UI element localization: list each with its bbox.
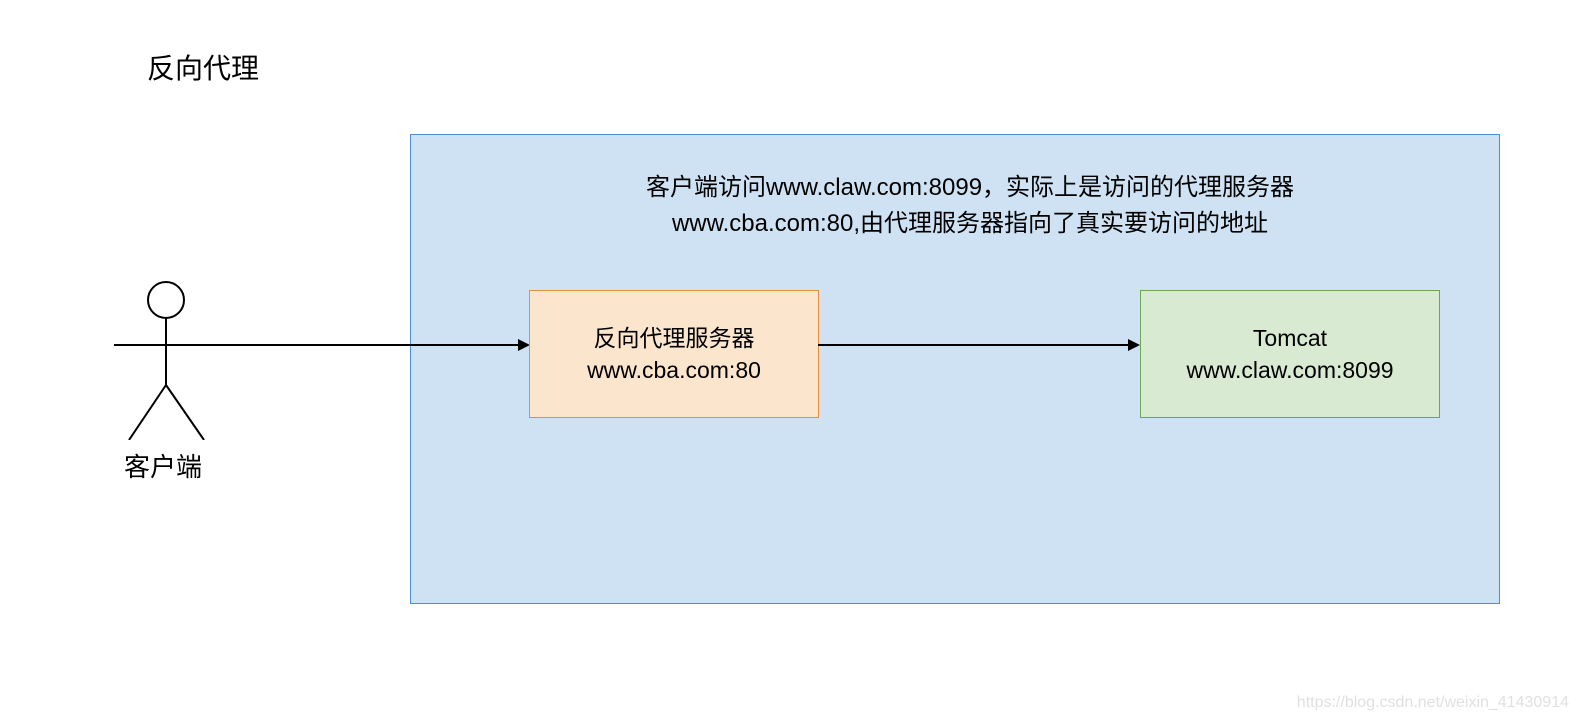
diagram-title: 反向代理 <box>147 47 259 87</box>
proxy-server-box: 反向代理服务器 www.cba.com:80 <box>529 290 819 418</box>
proxy-address: www.cba.com:80 <box>587 354 761 386</box>
description-text: 客户端访问www.claw.com:8099，实际上是访问的代理服务器 www.… <box>620 170 1320 242</box>
arrow-proxy-to-tomcat <box>818 335 1140 355</box>
tomcat-address: www.claw.com:8099 <box>1186 354 1393 386</box>
proxy-label: 反向代理服务器 <box>594 322 755 354</box>
tomcat-label: Tomcat <box>1253 322 1327 354</box>
arrow-client-to-proxy <box>218 335 530 355</box>
description-line1: 客户端访问www.claw.com:8099，实际上是访问的代理服务器 <box>646 174 1294 201</box>
watermark-text: https://blog.csdn.net/weixin_41430914 <box>1297 694 1569 712</box>
client-label: 客户端 <box>124 447 202 484</box>
tomcat-server-box: Tomcat www.claw.com:8099 <box>1140 290 1440 418</box>
description-line2: www.cba.com:80,由代理服务器指向了真实要访问的地址 <box>672 210 1268 237</box>
stick-figure-icon <box>114 280 219 440</box>
